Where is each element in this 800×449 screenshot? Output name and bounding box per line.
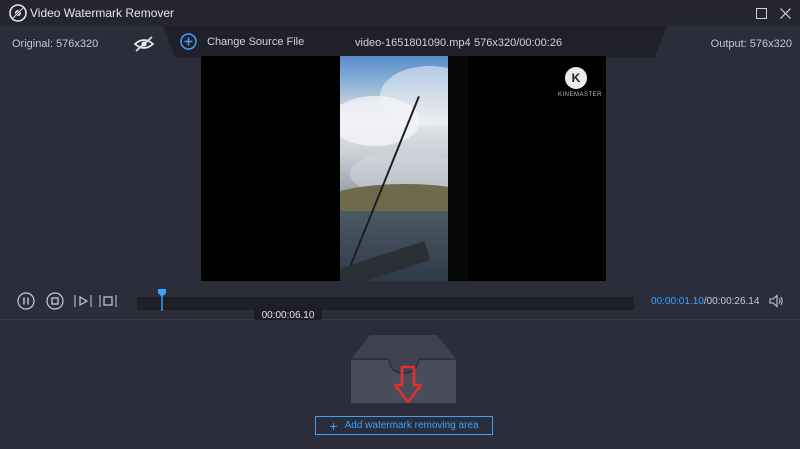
info-bar: Original: 576x320 Change Source File vid… bbox=[0, 26, 800, 58]
plus-circle-icon bbox=[180, 33, 197, 50]
change-source-label: Change Source File bbox=[207, 35, 305, 48]
title-bar: Video Watermark Remover bbox=[0, 0, 800, 26]
timeline-track[interactable] bbox=[137, 297, 634, 310]
volume-icon[interactable] bbox=[768, 293, 784, 309]
close-button[interactable] bbox=[775, 3, 795, 23]
plus-icon: + bbox=[329, 417, 338, 434]
playhead[interactable] bbox=[157, 289, 166, 311]
change-source-button[interactable]: Change Source File bbox=[180, 33, 304, 50]
play-segment-icon[interactable] bbox=[74, 292, 92, 310]
maximize-icon bbox=[755, 7, 767, 19]
maximize-button[interactable] bbox=[751, 3, 771, 23]
eye-slash-icon[interactable] bbox=[133, 36, 155, 52]
file-resolution-duration: 576x320/00:00:26 bbox=[474, 37, 563, 49]
total-time: /00:00:26.14 bbox=[703, 296, 760, 307]
video-frame bbox=[340, 56, 468, 281]
file-name: video-1651801090.mp4 bbox=[355, 37, 471, 49]
add-watermark-area-button[interactable]: + Add watermark removing area bbox=[315, 416, 493, 435]
down-arrow-icon bbox=[393, 365, 423, 404]
close-icon bbox=[779, 7, 791, 19]
time-display: 00:00:01.10/00:00:26.14 bbox=[651, 296, 759, 307]
original-resolution: Original: 576x320 bbox=[12, 38, 99, 50]
clip-icon[interactable] bbox=[99, 292, 117, 310]
video-preview[interactable] bbox=[201, 56, 606, 281]
pause-icon[interactable] bbox=[17, 292, 35, 310]
current-time: 00:00:01.10 bbox=[651, 296, 704, 307]
app-title: Video Watermark Remover bbox=[30, 6, 175, 20]
app-logo-icon bbox=[9, 4, 27, 22]
add-area-label: Add watermark removing area bbox=[344, 420, 479, 431]
output-resolution: Output: 576x320 bbox=[710, 38, 792, 50]
watermark-logo-icon: K bbox=[565, 67, 587, 89]
stop-icon[interactable] bbox=[46, 292, 64, 310]
watermark-text: KINEMASTER bbox=[558, 92, 603, 98]
